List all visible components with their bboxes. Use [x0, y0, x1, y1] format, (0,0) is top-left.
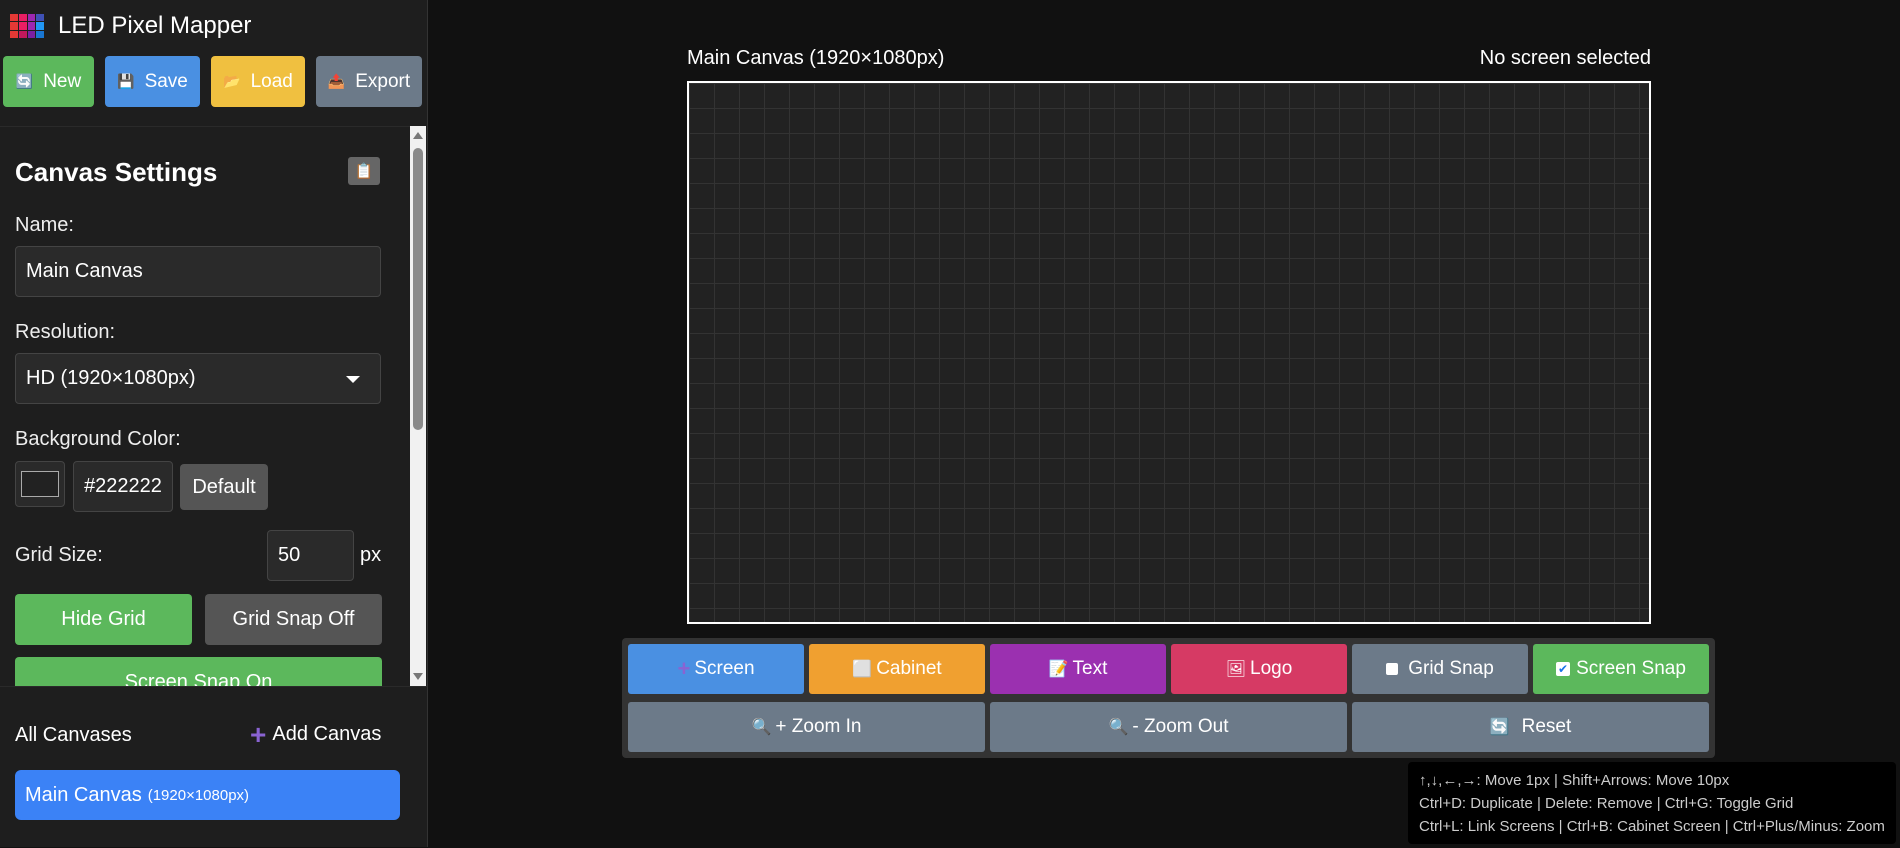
all-canvases-heading: All Canvases — [15, 724, 132, 746]
save-button[interactable]: 💾 Save — [105, 56, 200, 107]
grid-snap-toggle-button[interactable]: Grid Snap Off — [205, 594, 382, 645]
led-grid-logo-icon — [10, 14, 44, 38]
background-hex-input[interactable]: #222222 — [73, 461, 173, 512]
add-canvas-button[interactable]: + Add Canvas — [250, 718, 382, 750]
new-button[interactable]: 🔄 New — [3, 56, 94, 107]
help-line: ↑,↓,←,→: Move 1px | Shift+Arrows: Move 1… — [1419, 772, 1730, 789]
add-text-button[interactable]: 📝 Text — [990, 644, 1166, 694]
screen-snap-checkbox[interactable]: ✔ Screen Snap — [1533, 644, 1709, 694]
save-button-label: Save — [144, 70, 188, 92]
name-label: Name: — [15, 214, 74, 236]
add-cabinet-button[interactable]: ⬜ Cabinet — [809, 644, 985, 694]
add-cabinet-label: Cabinet — [876, 658, 942, 679]
scroll-up-icon[interactable] — [413, 132, 423, 139]
load-button[interactable]: 📂 Load — [211, 56, 305, 107]
zoom-out-label: - Zoom Out — [1132, 716, 1229, 737]
export-button[interactable]: 📤 Export — [316, 56, 422, 107]
zoom-out-button[interactable]: 🔍 - Zoom Out — [990, 702, 1347, 752]
grid-snap-label: Grid Snap — [1408, 658, 1494, 679]
resolution-select[interactable]: HD (1920×1080px) — [15, 353, 381, 404]
add-logo-button[interactable]: 🖼 Logo — [1171, 644, 1347, 694]
keyboard-shortcuts-help: ↑,↓,←,→: Move 1px | Shift+Arrows: Move 1… — [1408, 762, 1896, 844]
canvas-name-input[interactable]: Main Canvas — [15, 246, 381, 297]
add-logo-label: Logo — [1250, 658, 1293, 679]
square-icon: ⬜ — [852, 661, 873, 678]
plus-icon: + — [677, 656, 691, 681]
add-screen-button[interactable]: + Screen — [628, 644, 804, 694]
refresh-icon: 🔄 — [15, 73, 34, 89]
load-button-label: Load — [250, 70, 293, 92]
plus-icon: + — [250, 718, 267, 750]
sidebar-scrollbar[interactable] — [410, 126, 426, 686]
zoom-in-button[interactable]: 🔍 + Zoom In — [628, 702, 985, 752]
canvas-title: Main Canvas (1920×1080px) — [687, 47, 945, 69]
canvas-list-section: All Canvases + Add Canvas Main Canvas (1… — [0, 686, 427, 848]
reset-label: Reset — [1521, 716, 1572, 737]
export-icon: 📤 — [327, 73, 346, 89]
background-color-picker[interactable] — [15, 461, 65, 507]
add-screen-label: Screen — [694, 658, 755, 679]
resolution-value: HD (1920×1080px) — [26, 367, 196, 389]
grid-size-label: Grid Size: — [15, 544, 103, 566]
refresh-icon: 🔄 — [1489, 719, 1510, 736]
canvas-item-name: Main Canvas — [25, 783, 142, 806]
clipboard-button[interactable]: 📋 — [348, 157, 380, 185]
screen-snap-label: Screen Snap — [1576, 658, 1686, 679]
top-toolbar: 🔄 New 💾 Save 📂 Load 📤 Export — [3, 56, 433, 107]
help-line: Ctrl+L: Link Screens | Ctrl+B: Cabinet S… — [1419, 818, 1885, 835]
reset-zoom-button[interactable]: 🔄 Reset — [1352, 702, 1709, 752]
add-text-label: Text — [1072, 658, 1108, 679]
zoom-in-label: + Zoom In — [775, 716, 862, 737]
checkbox-unchecked-icon — [1386, 663, 1399, 675]
hide-grid-button[interactable]: Hide Grid — [15, 594, 192, 645]
app-header: LED Pixel Mapper — [10, 8, 251, 44]
main-canvas[interactable] — [687, 81, 1651, 624]
screen-snap-toggle-button[interactable]: Screen Snap On — [15, 657, 382, 687]
background-color-label: Background Color: — [15, 428, 181, 450]
image-icon: 🖼 — [1225, 661, 1247, 678]
checkbox-checked-icon: ✔ — [1556, 662, 1571, 676]
chevron-down-icon — [346, 376, 360, 383]
new-button-label: New — [43, 70, 82, 92]
memo-icon: 📝 — [1048, 661, 1069, 678]
clipboard-icon: 📋 — [354, 163, 374, 180]
resolution-label: Resolution: — [15, 321, 116, 343]
canvas-list-item[interactable]: Main Canvas (1920×1080px) — [15, 770, 400, 820]
canvas-settings-title: Canvas Settings — [15, 157, 218, 187]
magnifier-icon: 🔍 — [1108, 719, 1129, 736]
color-swatch — [21, 471, 59, 497]
help-line: Ctrl+D: Duplicate | Delete: Remove | Ctr… — [1419, 795, 1794, 812]
add-canvas-label: Add Canvas — [272, 723, 382, 745]
grid-snap-checkbox[interactable]: Grid Snap — [1352, 644, 1528, 694]
scrollbar-thumb[interactable] — [413, 148, 423, 430]
sidebar: LED Pixel Mapper 🔄 New 💾 Save 📂 Load 📤 Expor… — [0, 0, 428, 847]
floppy-icon: 💾 — [117, 73, 135, 89]
grid-size-input[interactable]: 50 — [267, 530, 354, 581]
grid-size-unit: px — [360, 544, 382, 566]
folder-icon: 📂 — [223, 73, 241, 89]
app-title: LED Pixel Mapper — [58, 12, 252, 39]
selection-status: No screen selected — [1479, 47, 1651, 69]
canvas-toolbar: + Screen ⬜ Cabinet 📝 Text 🖼 Logo Grid Snap ✔… — [622, 638, 1715, 758]
export-button-label: Export — [355, 70, 411, 92]
settings-panel: Canvas Settings 📋 Name: Main Canvas Reso… — [0, 126, 410, 687]
magnifier-icon: 🔍 — [751, 719, 772, 736]
default-color-button[interactable]: Default — [180, 464, 268, 510]
scroll-down-icon[interactable] — [413, 673, 423, 680]
canvas-item-resolution: (1920×1080px) — [147, 786, 250, 804]
